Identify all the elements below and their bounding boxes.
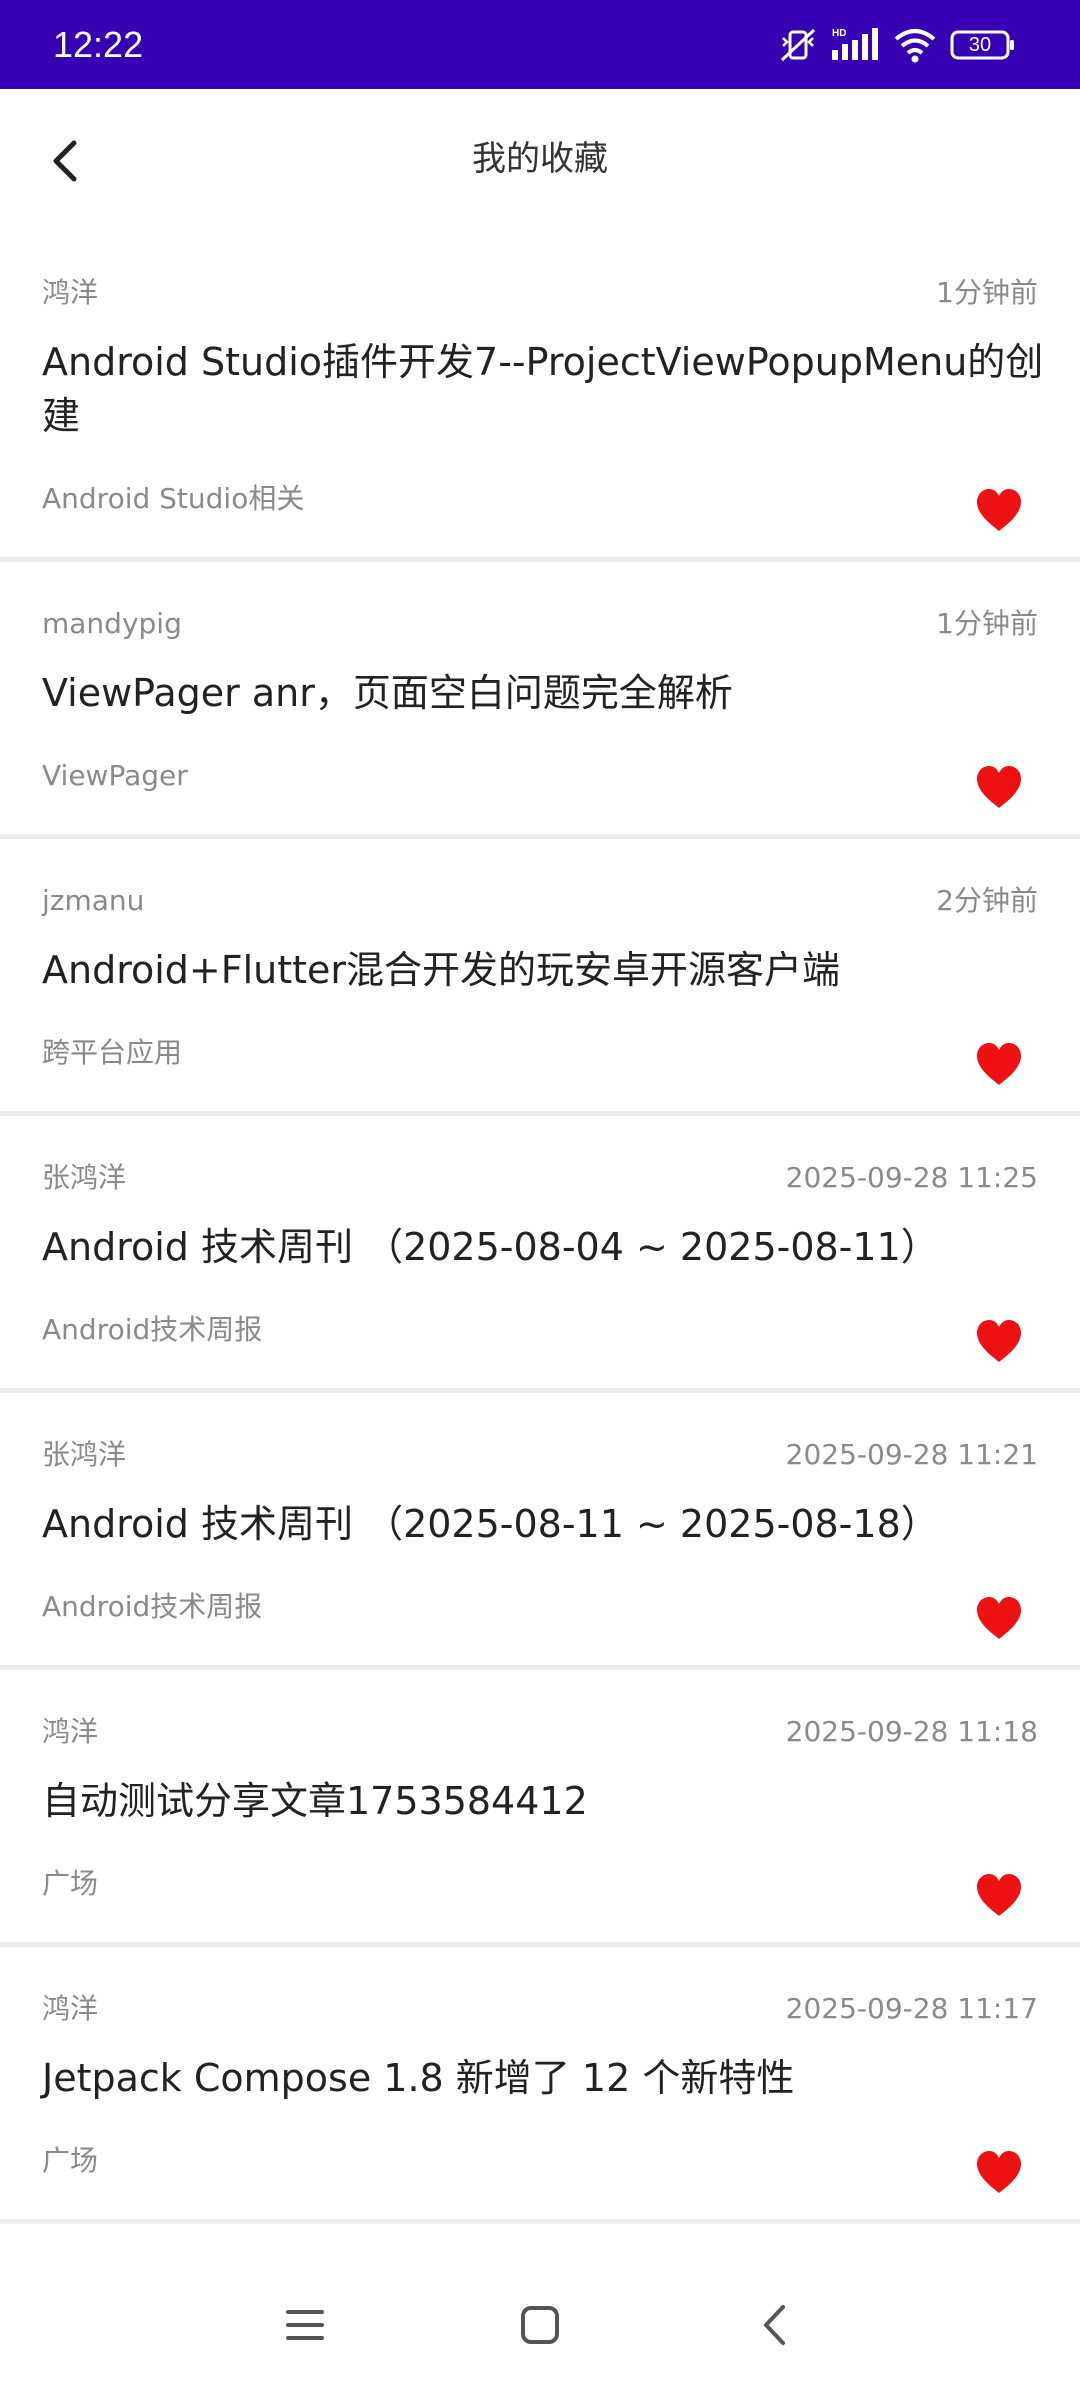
favorites-list: 鸿洋 1分钟前 Android Studio插件开发7--ProjectViewPo… xyxy=(0,231,1080,2224)
heart-icon[interactable] xyxy=(974,1595,1024,1641)
article-title: Android+Flutter混合开发的玩安卓开源客户端 xyxy=(42,948,841,992)
author-name: 张鸿洋 xyxy=(42,1438,127,1471)
author-name: 鸿洋 xyxy=(42,1715,99,1748)
author-name: 鸿洋 xyxy=(42,1992,99,2025)
battery-level: 30 xyxy=(968,34,992,56)
article-category: 跨平台应用 xyxy=(42,1036,183,1069)
author-name: 鸿洋 xyxy=(42,276,99,309)
post-time: 1分钟前 xyxy=(936,276,1038,309)
author-name: 张鸿洋 xyxy=(42,1161,127,1194)
nav-home-button[interactable] xyxy=(505,2290,575,2360)
status-icons: HD 30 xyxy=(778,22,1016,68)
post-time: 2025-09-28 11:25 xyxy=(785,1161,1038,1194)
article-title: 自动测试分享文章1753584412 xyxy=(42,1779,588,1823)
heart-icon[interactable] xyxy=(974,2149,1024,2195)
post-time: 2025-09-28 11:18 xyxy=(785,1715,1038,1748)
article-title: ViewPager anr，页面空白问题完全解析 xyxy=(42,671,733,715)
article-category: Android技术周报 xyxy=(42,1590,263,1623)
article-title: Jetpack Compose 1.8 新增了 12 个新特性 xyxy=(42,2056,795,2100)
heart-icon[interactable] xyxy=(974,764,1024,810)
favorite-item[interactable]: 鸿洋 1分钟前 Android Studio插件开发7--ProjectViewPo… xyxy=(0,231,1080,562)
app-bar: 我的收藏 xyxy=(0,89,1080,231)
article-category: ViewPager xyxy=(42,759,188,792)
favorite-item[interactable]: 张鸿洋 2025-09-28 11:21 Android 技术周刊 （2025-08… xyxy=(0,1393,1080,1670)
article-category: Android Studio相关 xyxy=(42,482,305,515)
svg-text:HD: HD xyxy=(832,28,846,39)
favorite-item[interactable]: jzmanu 2分钟前 Android+Flutter混合开发的玩安卓开源客户端跨平… xyxy=(0,839,1080,1116)
hd-signal-icon: HD xyxy=(832,26,880,64)
status-bar: 12:22 HD 30 xyxy=(0,0,1080,89)
article-title: Android 技术周刊 （2025-08-11 ~ 2025-08-18） xyxy=(42,1502,939,1546)
back-icon xyxy=(764,2305,785,2345)
article-category: 广场 xyxy=(42,1867,99,1900)
system-nav-bar xyxy=(0,2250,1080,2400)
mute-vibrate-icon xyxy=(778,26,818,64)
page-title: 我的收藏 xyxy=(472,139,608,179)
heart-icon[interactable] xyxy=(974,1872,1024,1918)
author-name: jzmanu xyxy=(42,884,145,917)
menu-icon xyxy=(286,2310,324,2340)
article-category: Android技术周报 xyxy=(42,1313,263,1346)
heart-icon[interactable] xyxy=(974,487,1024,533)
article-title: Android 技术周刊 （2025-08-04 ~ 2025-08-11） xyxy=(42,1225,939,1269)
wifi-icon xyxy=(894,27,936,63)
post-time: 2025-09-28 11:17 xyxy=(785,1992,1038,2025)
article-category: 广场 xyxy=(42,2144,99,2177)
author-name: mandypig xyxy=(42,607,182,640)
heart-icon[interactable] xyxy=(974,1318,1024,1364)
post-time: 1分钟前 xyxy=(936,607,1038,640)
nav-menu-button[interactable] xyxy=(270,2290,340,2360)
post-time: 2025-09-28 11:21 xyxy=(785,1438,1038,1471)
nav-back-button[interactable] xyxy=(740,2290,810,2360)
heart-icon[interactable] xyxy=(974,1041,1024,1087)
favorite-item[interactable]: mandypig 1分钟前 ViewPager anr，页面空白问题完全解析 View… xyxy=(0,562,1080,839)
home-icon xyxy=(521,2306,559,2344)
favorite-item[interactable]: 鸿洋 2025-09-28 11:18 自动测试分享文章1753584412 广场 xyxy=(0,1670,1080,1947)
favorite-item[interactable]: 张鸿洋 2025-09-28 11:25 Android 技术周刊 （2025-08… xyxy=(0,1116,1080,1393)
favorite-item[interactable]: 鸿洋 2025-09-28 11:17 Jetpack Compose 1.8 新增… xyxy=(0,1947,1080,2224)
battery-icon: 30 xyxy=(950,30,1016,60)
article-title: Android Studio插件开发7--ProjectViewPopupMen… xyxy=(42,340,1044,438)
post-time: 2分钟前 xyxy=(936,884,1038,917)
status-time: 12:22 xyxy=(53,24,144,65)
